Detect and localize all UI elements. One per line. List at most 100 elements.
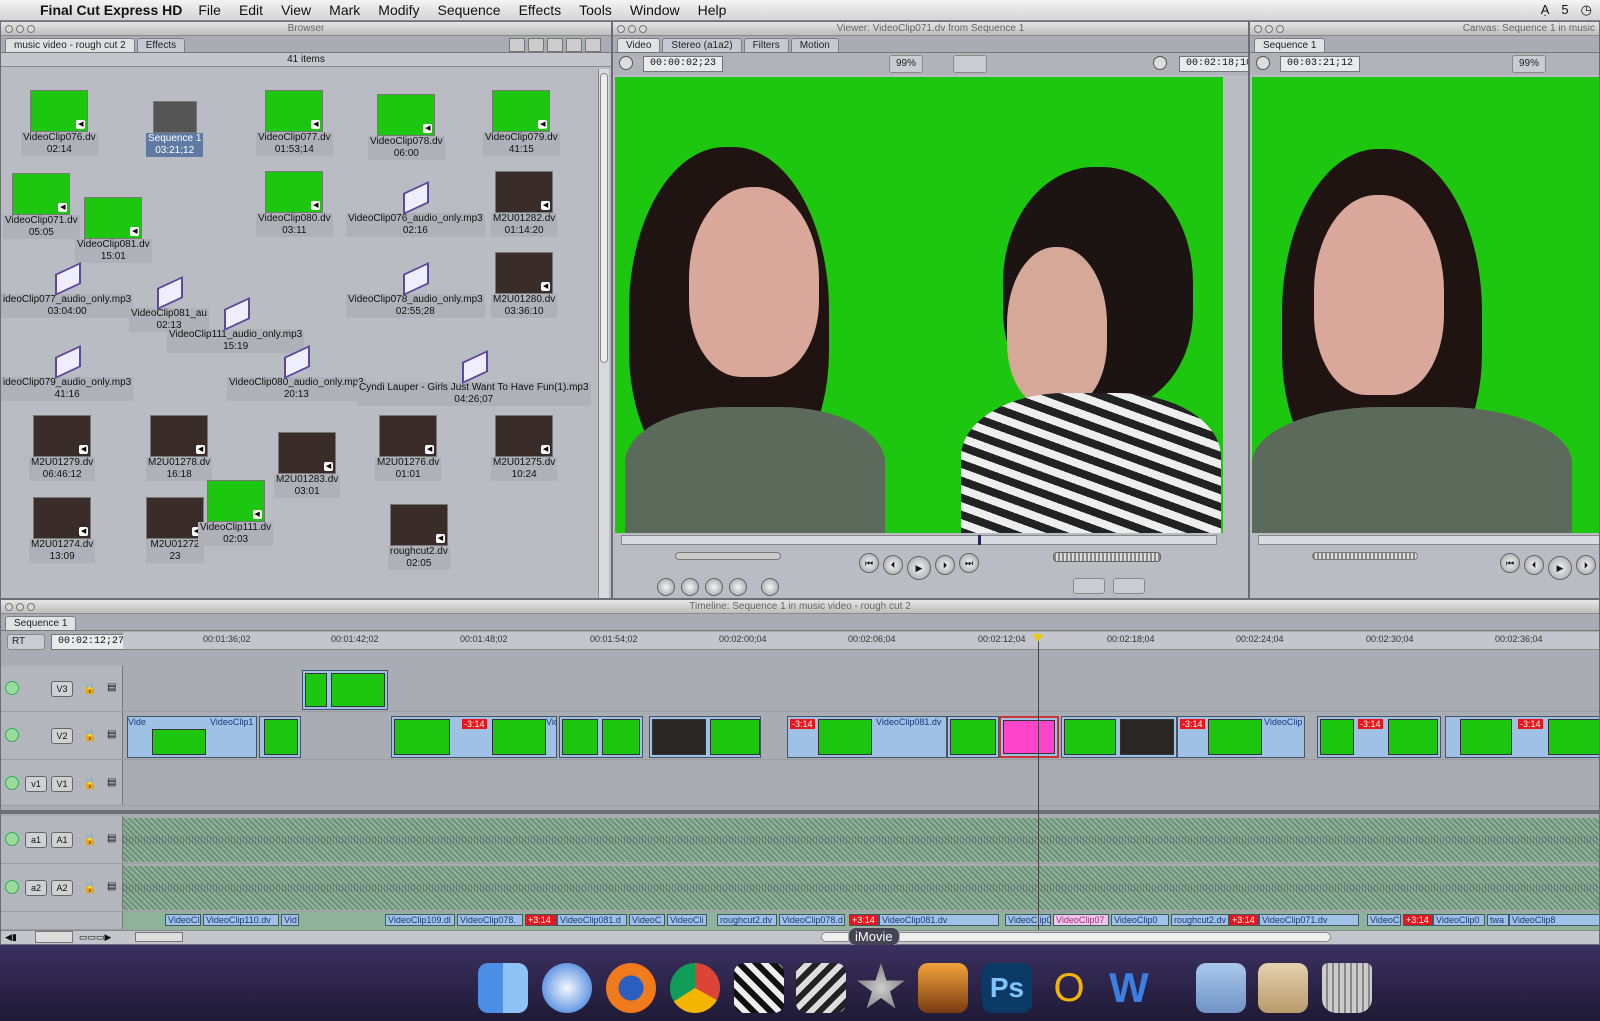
photoshop-icon[interactable]: Ps (982, 963, 1032, 1013)
minimize-button[interactable] (16, 25, 24, 33)
timeline-clip[interactable]: VideoClip07 (1053, 914, 1109, 926)
browser-item[interactable]: ◀ VideoClip078.dv 06:00 (368, 94, 445, 160)
timeline-clip[interactable] (947, 716, 999, 758)
play-button[interactable]: ▶ (907, 556, 931, 580)
view-icon-medium-icon[interactable] (547, 38, 563, 52)
timeline-clip[interactable]: VideoCli (667, 914, 707, 926)
recent-clips-popup[interactable] (1073, 578, 1105, 594)
documents-folder-icon[interactable] (1258, 963, 1308, 1013)
track-visibility-icon[interactable] (5, 681, 19, 695)
timeline-clip[interactable]: VideoCl (1367, 914, 1401, 926)
browser-item[interactable]: ◀ roughcut2.dv 02:05 (388, 504, 450, 570)
track-label-v1[interactable]: V1 (51, 776, 73, 792)
browser-item[interactable]: ◀ M2U01278.dv 16:18 (146, 415, 213, 481)
track-label-v2[interactable]: V2 (51, 728, 73, 744)
play-button[interactable]: ▶ (1548, 556, 1572, 580)
browser-item[interactable]: VideoClip076_audio_only.mp3 02:16 (346, 181, 485, 237)
playhead-marker[interactable] (978, 535, 981, 545)
lock-icon[interactable]: 🔒 (83, 729, 97, 742)
browser-item[interactable]: ideoClip077_audio_only.mp3 03:04:00 (1, 262, 134, 318)
track-height-icon[interactable]: ◀▮ (5, 932, 17, 943)
timeline-clip[interactable]: VideoClip110.dv (203, 914, 279, 926)
zoom-button[interactable] (27, 603, 35, 611)
canvas-scrubber[interactable] (1258, 535, 1599, 545)
timeline-clip[interactable]: -3:14 (1317, 716, 1441, 758)
play-in-to-out-button[interactable]: ⏴ (883, 555, 903, 575)
timeline-clip[interactable]: -3:14 VideoClip (1177, 716, 1305, 758)
firefox-icon[interactable] (606, 963, 656, 1013)
browser-item[interactable]: ideoClip079_audio_only.mp3 41:16 (1, 345, 134, 401)
finder-icon[interactable] (478, 963, 528, 1013)
applications-folder-icon[interactable] (1196, 963, 1246, 1013)
play-in-to-out-button[interactable]: ⏴ (1524, 555, 1544, 575)
track-visibility-icon[interactable] (5, 776, 19, 790)
close-button[interactable] (5, 603, 13, 611)
add-marker-button[interactable] (729, 578, 747, 596)
minimize-button[interactable] (628, 25, 636, 33)
timeline-clip[interactable] (649, 716, 761, 758)
browser-item[interactable]: ◀ M2U01276.dv 01:01 (375, 415, 442, 481)
menu-file[interactable]: File (198, 2, 221, 18)
view-icon-tiny-icon[interactable] (585, 38, 601, 52)
view-list-icon[interactable] (509, 38, 525, 52)
browser-item[interactable]: VideoClip080_audio_only.mp3 20:13 (227, 345, 366, 401)
timeline-clip[interactable]: VideoClip0 (1111, 914, 1169, 926)
mark-in-button[interactable] (681, 578, 699, 596)
timeline-clip[interactable]: VideoClip071.dv (1259, 914, 1359, 926)
timeline-clip[interactable] (559, 716, 643, 758)
source-patch-a2[interactable]: a2 (25, 880, 47, 896)
zoom-slider[interactable] (135, 932, 183, 942)
viewer-zoom-popup[interactable]: 99% (889, 55, 924, 73)
timeline-clip[interactable]: -3:14 (1445, 716, 1599, 758)
go-to-in-point-button[interactable]: ⏮ (1500, 553, 1520, 573)
chrome-icon[interactable] (670, 963, 720, 1013)
zoom-button[interactable] (639, 25, 647, 33)
canvas-timecode[interactable]: 00:03:21;12 (1280, 56, 1361, 72)
auto-select-icon[interactable]: ▤ (107, 833, 116, 844)
timeline-clip[interactable]: -3:14 VideoClip081.dv (787, 716, 947, 758)
menu-help[interactable]: Help (698, 2, 727, 18)
close-button[interactable] (5, 25, 13, 33)
mark-out-button[interactable] (761, 578, 779, 596)
video-audio-divider[interactable] (1, 810, 1599, 814)
menu-window[interactable]: Window (630, 2, 680, 18)
minimize-button[interactable] (16, 603, 24, 611)
browser-item[interactable]: ◀ VideoClip080.dv 03:11 (256, 171, 333, 237)
timeline-clip[interactable]: VideoCl (165, 914, 201, 926)
timeline-clip[interactable]: roughcut2.dv (1171, 914, 1229, 926)
timeline-clip[interactable]: VideoClip0 (1433, 914, 1485, 926)
tab-filters[interactable]: Filters (743, 38, 789, 52)
menu-mark[interactable]: Mark (329, 2, 360, 18)
menu-view[interactable]: View (281, 2, 311, 18)
browser-item[interactable]: ◀ VideoClip077.dv 01:53;14 (256, 90, 333, 156)
adobe-icon[interactable]: Ạ (1541, 2, 1550, 18)
rt-popup[interactable]: RT (7, 634, 45, 650)
jog-control[interactable] (1053, 552, 1161, 562)
auto-select-icon[interactable]: ▤ (107, 777, 116, 788)
track-size-icon[interactable]: ▭▭▭▶ (79, 932, 111, 943)
menu-sequence[interactable]: Sequence (438, 2, 501, 18)
generator-popup[interactable] (1113, 578, 1145, 594)
track-label-a2[interactable]: A2 (51, 880, 73, 896)
timeline-clip[interactable] (259, 716, 301, 758)
browser-item[interactable]: Sequence 1 03:21;12 (146, 101, 204, 157)
browser-scrollbar[interactable] (598, 69, 609, 598)
jog-icon[interactable] (619, 56, 633, 70)
timeline-clip[interactable] (1061, 716, 1177, 758)
timeline-clip[interactable]: VideoClip109.dl (385, 914, 455, 926)
viewer-timecode[interactable]: 00:00:02;23 (643, 56, 724, 72)
viewer-scrubber[interactable] (621, 535, 1217, 545)
playhead-handle-icon[interactable] (1033, 634, 1043, 642)
browser-item[interactable]: ◀ M2U01275.dv 10:24 (491, 415, 558, 481)
tab-project[interactable]: music video - rough cut 2 (5, 38, 135, 52)
browser-item[interactable]: Cyndi Lauper - Girls Just Want To Have F… (357, 350, 591, 406)
audio-clip-a2[interactable] (123, 866, 1599, 910)
lock-icon[interactable]: 🔒 (83, 833, 97, 846)
timeline-clip[interactable]: VideoClip078. (457, 914, 523, 926)
dvd-player-icon[interactable] (796, 963, 846, 1013)
audio-clip-a1[interactable] (123, 818, 1599, 862)
imovie-icon[interactable] (857, 963, 905, 1009)
timeline-clip[interactable]: Vide VideoClip1 (127, 716, 257, 758)
viewer-view-popup[interactable] (953, 55, 987, 73)
menu-effects[interactable]: Effects (519, 2, 562, 18)
